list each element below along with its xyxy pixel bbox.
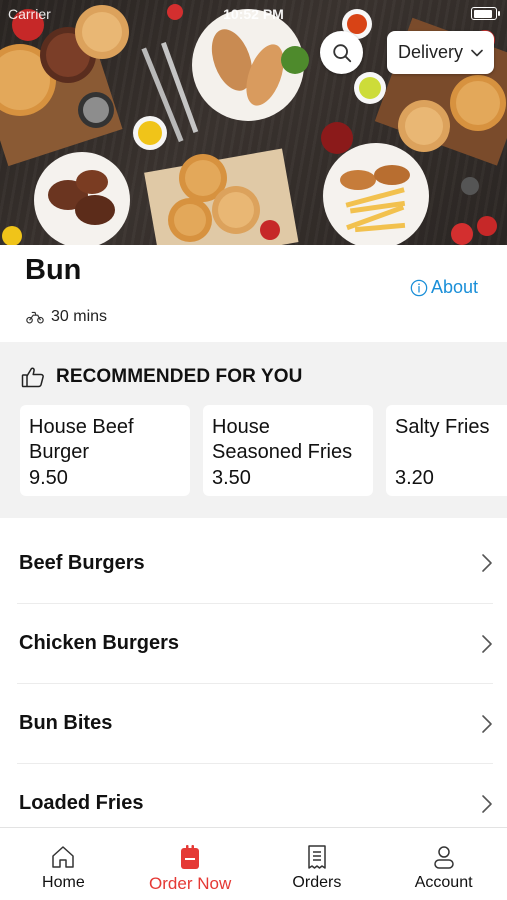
search-button[interactable] bbox=[320, 31, 363, 74]
category-label: Chicken Burgers bbox=[19, 632, 180, 654]
tab-home[interactable]: Home bbox=[0, 828, 127, 900]
category-row-bun-bites[interactable]: Bun Bites bbox=[17, 683, 493, 763]
home-icon bbox=[52, 846, 75, 868]
recommended-item-name: Salty Fries bbox=[395, 416, 490, 438]
category-label: Bun Bites bbox=[19, 712, 113, 734]
store-name: Bun bbox=[25, 254, 82, 286]
chevron-right-icon bbox=[482, 634, 492, 653]
status-time: 10:52 PM bbox=[223, 6, 284, 22]
recommended-item-name: House Beef Burger bbox=[29, 416, 134, 463]
thumbs-up-icon bbox=[21, 367, 44, 388]
chevron-right-icon bbox=[482, 554, 492, 572]
hero-banner: Carrier 10:52 PM Delivery bbox=[0, 0, 507, 245]
recommended-item-price: 3.50 bbox=[212, 467, 251, 489]
person-icon bbox=[433, 846, 454, 869]
recommended-item-card[interactable]: Salty Fries 3.20 bbox=[386, 405, 507, 496]
bottom-tab-bar: Home Order Now Orders Account bbox=[0, 827, 507, 900]
tab-label: Account bbox=[414, 874, 473, 891]
chevron-down-icon bbox=[471, 49, 483, 56]
status-bar: Carrier 10:52 PM bbox=[0, 0, 507, 28]
tab-label: Orders bbox=[292, 874, 342, 891]
tab-order-now[interactable]: Order Now bbox=[127, 828, 254, 900]
category-label: Loaded Fries bbox=[19, 792, 144, 814]
recommended-item-price: 3.20 bbox=[395, 467, 434, 489]
tab-label: Order Now bbox=[149, 874, 232, 893]
battery-icon bbox=[471, 7, 500, 20]
info-icon bbox=[410, 279, 428, 296]
eta-label: 30 mins bbox=[51, 308, 108, 325]
chevron-right-icon bbox=[482, 714, 492, 733]
chevron-right-icon bbox=[482, 794, 492, 813]
recommended-item-card[interactable]: House Beef Burger 9.50 bbox=[20, 405, 190, 496]
recommended-title: RECOMMENDED FOR YOU bbox=[56, 366, 303, 387]
tab-orders[interactable]: Orders bbox=[254, 828, 381, 900]
about-label: About bbox=[431, 277, 479, 297]
search-icon bbox=[332, 43, 351, 62]
category-label: Beef Burgers bbox=[19, 551, 145, 574]
order-bag-icon bbox=[181, 845, 200, 869]
delivery-mode-label: Delivery bbox=[397, 42, 463, 62]
about-link[interactable]: About bbox=[410, 277, 478, 298]
recommended-item-price: 9.50 bbox=[29, 467, 68, 489]
delivery-mode-select[interactable]: Delivery bbox=[387, 31, 494, 74]
recommended-item-name: House Seasoned Fries bbox=[212, 416, 353, 463]
receipt-icon bbox=[308, 845, 326, 869]
category-row-chicken-burgers[interactable]: Chicken Burgers bbox=[17, 603, 493, 683]
tab-account[interactable]: Account bbox=[380, 828, 507, 900]
scooter-icon bbox=[26, 311, 44, 324]
delivery-time: 30 mins bbox=[25, 308, 107, 326]
recommended-item-card[interactable]: House Seasoned Fries 3.50 bbox=[203, 405, 373, 496]
recommended-section: RECOMMENDED FOR YOU House Beef Burger 9.… bbox=[0, 342, 507, 518]
tab-label: Home bbox=[42, 874, 85, 891]
recommended-header: RECOMMENDED FOR YOU bbox=[21, 366, 302, 388]
category-row-beef-burgers[interactable]: Beef Burgers bbox=[17, 523, 493, 603]
